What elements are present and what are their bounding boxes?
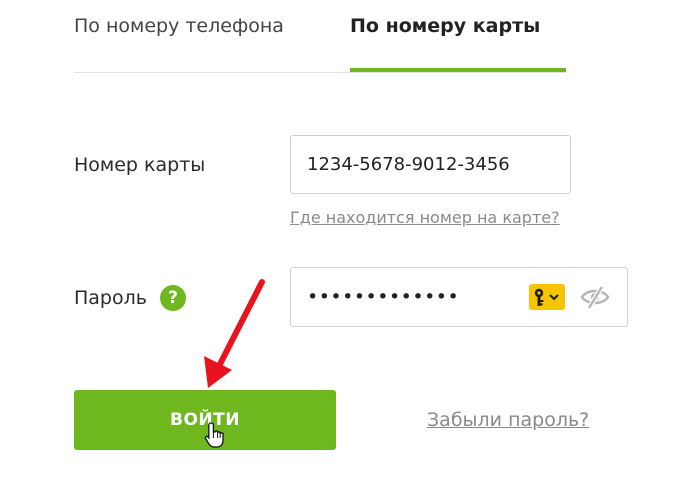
card-number-input[interactable] bbox=[307, 136, 557, 193]
forgot-password-link[interactable]: Забыли пароль? bbox=[427, 409, 589, 431]
password-label: Пароль bbox=[74, 287, 147, 309]
active-tab-underline bbox=[350, 68, 566, 72]
hand-cursor-icon bbox=[204, 422, 224, 448]
card-number-label: Номер карты bbox=[74, 154, 206, 176]
eye-off-icon[interactable] bbox=[579, 282, 611, 312]
tab-by-card[interactable]: По номеру карты bbox=[350, 14, 540, 38]
password-field-box[interactable] bbox=[290, 267, 628, 327]
card-number-field-box[interactable] bbox=[290, 135, 571, 194]
password-help-icon[interactable]: ? bbox=[160, 285, 186, 311]
password-input[interactable] bbox=[307, 268, 517, 326]
annotation-arrow-icon bbox=[204, 279, 265, 388]
auth-tabs: По номеру телефона По номеру карты bbox=[74, 0, 566, 73]
card-number-location-link[interactable]: Где находится номер на карте? bbox=[290, 207, 560, 229]
tab-by-phone[interactable]: По номеру телефона bbox=[74, 14, 284, 38]
key-icon[interactable] bbox=[529, 284, 565, 310]
